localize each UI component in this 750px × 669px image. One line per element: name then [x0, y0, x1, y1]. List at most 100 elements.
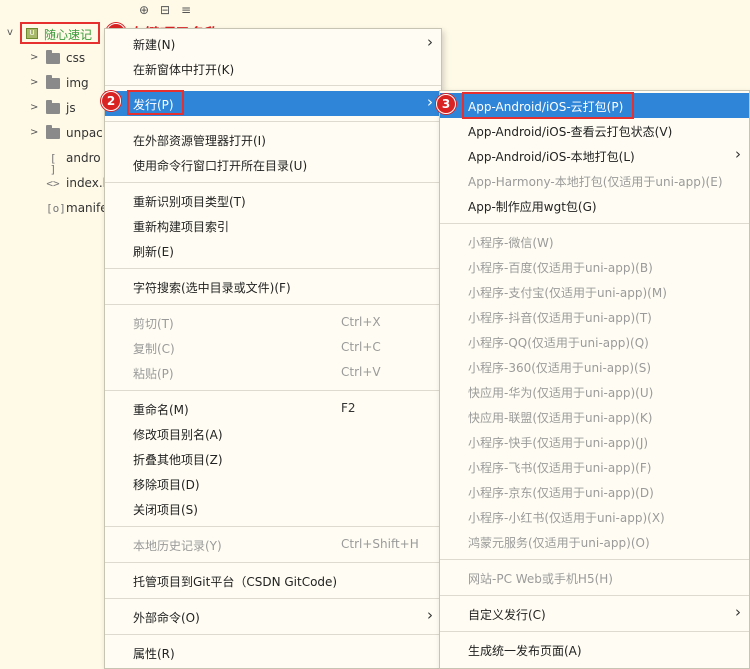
- project-root[interactable]: v U 随心速记: [0, 22, 110, 46]
- menu-item-label: 刷新(E): [133, 245, 174, 259]
- menu-separator: [105, 390, 441, 391]
- cloud-pack-highlight-box: [462, 92, 634, 119]
- tree-item-label: andro: [66, 151, 101, 165]
- menu-item-wgt-pack[interactable]: App-制作应用wgt包(G): [440, 193, 749, 218]
- menu-item-git-host[interactable]: 托管项目到Git平台（CSDN GitCode): [105, 568, 441, 593]
- menu-item-mp-alipay[interactable]: 小程序-支付宝(仅适用于uni-app)(M): [440, 279, 749, 304]
- menu-item-refresh[interactable]: 刷新(E): [105, 238, 441, 263]
- menu-item-label: App-制作应用wgt包(G): [468, 200, 597, 214]
- menu-item-label: 字符搜索(选中目录或文件)(F): [133, 281, 291, 295]
- menu-item-rename[interactable]: 重命名(M) F2: [105, 396, 441, 421]
- menu-item-copy[interactable]: 复制(C) Ctrl+C: [105, 335, 441, 360]
- menu-item-shortcut: Ctrl+Shift+H: [341, 537, 419, 551]
- menu-separator: [440, 595, 749, 596]
- context-menu: 新建(N) › 在新窗体中打开(K) 发行(P) › 在外部资源管理器打开(I)…: [104, 28, 442, 669]
- folder-icon: [46, 100, 60, 114]
- chevron-right-icon[interactable]: >: [30, 126, 40, 140]
- menu-item-mp-baidu[interactable]: 小程序-百度(仅适用于uni-app)(B): [440, 254, 749, 279]
- menu-item-collapse-others[interactable]: 折叠其他项目(Z): [105, 446, 441, 471]
- menu-item-label: 剪切(T): [133, 317, 174, 331]
- menu-item-label: 小程序-飞书(仅适用于uni-app)(F): [468, 461, 652, 475]
- menu-item-label: 外部命令(O): [133, 611, 200, 625]
- menu-item-mp-xhs[interactable]: 小程序-小红书(仅适用于uni-app)(X): [440, 504, 749, 529]
- menu-item-label: 使用命令行窗口打开所在目录(U): [133, 159, 308, 173]
- menu-item-properties[interactable]: 属性(R): [105, 640, 441, 665]
- menu-item-label: App-Harmony-本地打包(仅适用于uni-app)(E): [468, 175, 723, 189]
- menu-item-label: 小程序-快手(仅适用于uni-app)(J): [468, 436, 649, 450]
- tree-item-unpackage[interactable]: > unpac: [0, 121, 110, 146]
- menu-item-label: 重命名(M): [133, 403, 189, 417]
- menu-item-mp-360[interactable]: 小程序-360(仅适用于uni-app)(S): [440, 354, 749, 379]
- menu-item-label: 属性(R): [133, 647, 175, 661]
- menu-item-custom-publish[interactable]: 自定义发行(C) ›: [440, 601, 749, 626]
- chevron-down-icon[interactable]: v: [7, 27, 13, 38]
- menu-separator: [105, 268, 441, 269]
- annotation-badge-2: 2: [101, 91, 121, 111]
- chevron-right-icon: ›: [735, 603, 741, 621]
- menu-item-label: 小程序-小红书(仅适用于uni-app)(X): [468, 511, 665, 525]
- menu-item-mp-qq[interactable]: 小程序-QQ(仅适用于uni-app)(Q): [440, 329, 749, 354]
- menu-item-local-history[interactable]: 本地历史记录(Y) Ctrl+Shift+H: [105, 532, 441, 557]
- menu-item-web-h5[interactable]: 网站-PC Web或手机H5(H): [440, 565, 749, 590]
- chevron-right-icon: ›: [427, 93, 433, 111]
- menu-icon[interactable]: ≡: [179, 3, 193, 17]
- menu-item-remove-project[interactable]: 移除项目(D): [105, 471, 441, 496]
- menu-item-label: 移除项目(D): [133, 478, 200, 492]
- json-file-icon: [o]: [46, 202, 66, 215]
- menu-separator: [440, 223, 749, 224]
- menu-separator: [440, 631, 749, 632]
- menu-item-mp-weixin[interactable]: 小程序-微信(W): [440, 229, 749, 254]
- chevron-right-icon: ›: [427, 33, 433, 51]
- menu-item-mp-kuaishou[interactable]: 小程序-快手(仅适用于uni-app)(J): [440, 429, 749, 454]
- menu-item-quickapp-union[interactable]: 快应用-联盟(仅适用于uni-app)(K): [440, 404, 749, 429]
- folder-icon: [46, 50, 60, 64]
- menu-item-shortcut: Ctrl+X: [341, 315, 381, 329]
- menu-item-label: 在新窗体中打开(K): [133, 63, 235, 77]
- menu-item-label: 小程序-抖音(仅适用于uni-app)(T): [468, 311, 652, 325]
- menu-separator: [105, 598, 441, 599]
- collapse-icon[interactable]: ⊟: [158, 3, 172, 17]
- menu-item-text-search[interactable]: 字符搜索(选中目录或文件)(F): [105, 274, 441, 299]
- menu-item-label: 关闭项目(S): [133, 503, 198, 517]
- chevron-right-icon[interactable]: >: [30, 51, 40, 65]
- menu-item-external-command[interactable]: 外部命令(O) ›: [105, 604, 441, 629]
- menu-item-rebuild-index[interactable]: 重新构建项目索引: [105, 213, 441, 238]
- bracket-file-icon: [ ]: [49, 152, 57, 176]
- menu-item-quickapp-huawei[interactable]: 快应用-华为(仅适用于uni-app)(U): [440, 379, 749, 404]
- menu-item-unified-publish-page[interactable]: 生成统一发布页面(A): [440, 637, 749, 662]
- chevron-right-icon[interactable]: >: [30, 101, 40, 115]
- tree-item-label: css: [66, 51, 86, 65]
- tree-item-js[interactable]: > js: [0, 96, 110, 121]
- tree-item-img[interactable]: > img: [0, 71, 110, 96]
- tree-item-css[interactable]: > css: [0, 46, 110, 71]
- menu-item-mp-jd[interactable]: 小程序-京东(仅适用于uni-app)(D): [440, 479, 749, 504]
- menu-separator: [105, 562, 441, 563]
- chevron-right-icon[interactable]: >: [30, 76, 40, 90]
- menu-item-edit-alias[interactable]: 修改项目别名(A): [105, 421, 441, 446]
- explorer-toolbar: ⊕ ⊟ ≡: [0, 0, 750, 20]
- menu-item-harmony-atomic[interactable]: 鸿蒙元服务(仅适用于uni-app)(O): [440, 529, 749, 554]
- menu-item-mp-douyin[interactable]: 小程序-抖音(仅适用于uni-app)(T): [440, 304, 749, 329]
- menu-item-harmony-local-pack[interactable]: App-Harmony-本地打包(仅适用于uni-app)(E): [440, 168, 749, 193]
- menu-item-open-explorer[interactable]: 在外部资源管理器打开(I): [105, 127, 441, 152]
- menu-item-shortcut: Ctrl+C: [341, 340, 381, 354]
- menu-item-cloud-pack-status[interactable]: App-Android/iOS-查看云打包状态(V): [440, 118, 749, 143]
- tree-item-androidpriv[interactable]: [ ] andro: [0, 146, 110, 176]
- tree-item-manifest[interactable]: [o] manife: [0, 196, 110, 221]
- menu-item-label: 新建(N): [133, 38, 176, 52]
- tree-item-index[interactable]: <> index.l: [0, 171, 110, 196]
- menu-item-paste[interactable]: 粘贴(P) Ctrl+V: [105, 360, 441, 385]
- menu-item-new[interactable]: 新建(N) ›: [105, 31, 441, 56]
- chevron-right-icon: ›: [427, 606, 433, 624]
- menu-item-open-new-window[interactable]: 在新窗体中打开(K): [105, 56, 441, 81]
- menu-item-reidentify-type[interactable]: 重新识别项目类型(T): [105, 188, 441, 213]
- publish-submenu: App-Android/iOS-云打包(P) App-Android/iOS-查…: [439, 90, 750, 669]
- crosshair-icon[interactable]: ⊕: [137, 3, 151, 17]
- menu-item-mp-lark[interactable]: 小程序-飞书(仅适用于uni-app)(F): [440, 454, 749, 479]
- menu-item-local-pack[interactable]: App-Android/iOS-本地打包(L) ›: [440, 143, 749, 168]
- menu-item-open-terminal[interactable]: 使用命令行窗口打开所在目录(U): [105, 152, 441, 177]
- menu-item-label: 小程序-QQ(仅适用于uni-app)(Q): [468, 336, 649, 350]
- chevron-right-icon: ›: [735, 145, 741, 163]
- menu-item-close-project[interactable]: 关闭项目(S): [105, 496, 441, 521]
- menu-item-cut[interactable]: 剪切(T) Ctrl+X: [105, 310, 441, 335]
